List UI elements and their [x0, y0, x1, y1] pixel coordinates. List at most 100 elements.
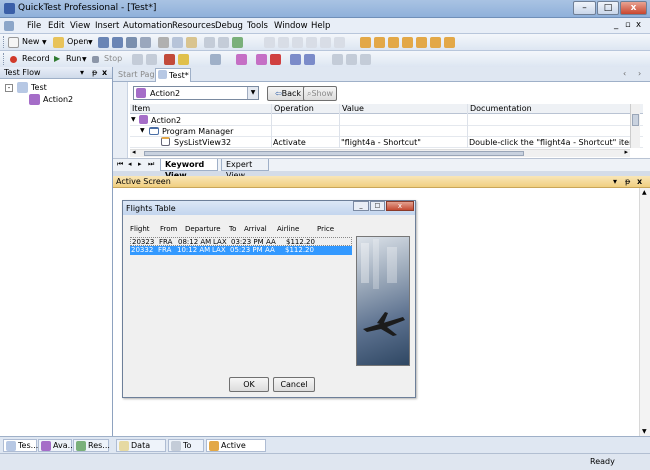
checkpoint-icon[interactable] [360, 37, 371, 48]
panel-close-icon[interactable]: x [102, 67, 107, 78]
save-icon[interactable] [98, 37, 109, 48]
menu-file[interactable]: File [27, 21, 41, 31]
panel-dropdown-icon[interactable]: ▾ [613, 176, 617, 187]
insert-checkpoint-icon[interactable] [236, 54, 247, 65]
tree-collapse-icon[interactable]: - [5, 84, 13, 92]
open-button[interactable]: Open [67, 37, 88, 46]
menu-edit[interactable]: Edit [48, 21, 64, 31]
show-button[interactable]: ⌕Show [303, 86, 337, 101]
output-value-icon[interactable] [374, 37, 385, 48]
table-row[interactable]: SysListView32 Activate "flight4a - Short… [130, 137, 643, 148]
menu-resources[interactable]: Resources [172, 21, 215, 31]
tree-item-test[interactable]: Test [31, 83, 47, 92]
tab-to-do[interactable]: To Do [168, 439, 204, 462]
mdi-minimize-icon[interactable]: _ [614, 20, 618, 30]
mdi-close-icon[interactable]: x [636, 20, 641, 30]
tree-item-action2[interactable]: Action2 [43, 95, 73, 104]
menu-window[interactable]: Window [274, 21, 308, 31]
open-dropdown-icon[interactable]: ▼ [88, 39, 93, 46]
active-screen-scrollbar[interactable]: ▲ ▼ [639, 188, 650, 436]
grid-horizontal-scrollbar[interactable]: ◂ ▸ [130, 148, 630, 157]
chevron-down-icon[interactable]: ▼ [247, 87, 258, 99]
menu-help[interactable]: Help [311, 21, 330, 31]
tab-keyword-view[interactable]: Keyword View [160, 159, 218, 180]
step-over-icon[interactable] [146, 54, 157, 65]
tab-scroll-right-icon[interactable]: › [638, 69, 641, 78]
options-icon[interactable] [360, 54, 371, 65]
insert-breakpoint-icon[interactable] [164, 54, 175, 65]
object-spy-icon[interactable] [388, 37, 399, 48]
test-settings-icon[interactable] [346, 54, 357, 65]
table-row-selected[interactable]: 20332 FRA 10:12 AM LAX 05:23 PM AA $112.… [130, 246, 352, 255]
replace-icon[interactable] [306, 37, 317, 48]
copy-icon[interactable] [172, 37, 183, 48]
minimize-button[interactable]: – [573, 1, 596, 15]
tree-expand-icon[interactable]: ▼ [140, 127, 145, 134]
tab-start-page[interactable]: Start Page [118, 70, 159, 79]
menu-insert[interactable]: Insert [95, 21, 119, 31]
tab-nav-prev-icon[interactable]: ◂ [128, 160, 132, 168]
clear-breakpoints-icon[interactable] [178, 54, 189, 65]
grid-operation-activate[interactable]: Activate [273, 138, 306, 147]
save-all-icon[interactable] [112, 37, 123, 48]
missing-resources-icon[interactable] [444, 37, 455, 48]
paste-icon[interactable] [186, 37, 197, 48]
tab-active-screen[interactable]: Active Screen [206, 439, 266, 462]
tab-expert-view[interactable]: Expert View [221, 159, 269, 180]
tab-nav-first-icon[interactable]: ⏮ [117, 160, 123, 169]
tab-available-keywords[interactable]: Ava... [38, 439, 75, 452]
table-row[interactable]: ▼ Program Manager [130, 126, 643, 137]
ok-button[interactable]: OK [229, 377, 269, 392]
start-transaction-icon[interactable] [270, 54, 281, 65]
debug-viewer-icon[interactable] [430, 37, 441, 48]
run-dropdown-icon[interactable]: ▼ [82, 56, 87, 63]
step-into-icon[interactable] [132, 54, 143, 65]
save-with-resources-icon[interactable] [126, 37, 137, 48]
panel-dropdown-icon[interactable]: ▾ [80, 67, 84, 78]
new-dropdown-icon[interactable]: ▼ [42, 39, 47, 46]
find-icon[interactable] [292, 37, 303, 48]
print-icon[interactable] [140, 37, 151, 48]
cancel-button[interactable]: Cancel [273, 377, 315, 392]
maximize-button[interactable]: □ [597, 1, 619, 15]
col-item[interactable]: Item [132, 104, 150, 113]
undo-icon[interactable] [264, 37, 275, 48]
menu-tools[interactable]: Tools [247, 21, 268, 31]
grid-value[interactable]: "flight4a - Shortcut" [341, 138, 421, 147]
results-icon[interactable] [332, 54, 343, 65]
tree-expand-icon[interactable]: ▼ [131, 116, 136, 123]
tab-nav-next-icon[interactable]: ▸ [138, 160, 142, 168]
tab-test-flow[interactable]: Tes... [3, 439, 38, 452]
menu-automation[interactable]: Automation [123, 21, 173, 31]
col-operation[interactable]: Operation [271, 104, 314, 113]
insert-comment-icon[interactable] [290, 54, 301, 65]
spelling-icon[interactable] [320, 37, 331, 48]
scroll-up-arrow-icon[interactable]: ▲ [642, 189, 647, 196]
cut-icon[interactable] [158, 37, 169, 48]
text-case-icon[interactable] [334, 37, 345, 48]
tab-nav-last-icon[interactable]: ⏭ [148, 160, 154, 169]
step-generator-icon[interactable] [232, 37, 243, 48]
scroll-right-arrow-icon[interactable]: ▸ [624, 148, 628, 156]
table-row[interactable]: ▼ Action2 [130, 115, 643, 126]
col-value[interactable]: Value [339, 104, 364, 113]
col-documentation[interactable]: Documentation [467, 104, 532, 113]
panel-close-icon[interactable]: x [637, 176, 642, 187]
grid-vertical-scrollbar[interactable] [630, 104, 640, 148]
insert-step-icon[interactable] [210, 54, 221, 65]
run-button[interactable]: Run [66, 54, 81, 63]
properties-icon[interactable] [204, 37, 215, 48]
panel-pin-icon[interactable]: ᵽ [92, 67, 97, 78]
record-button[interactable]: Record [22, 54, 50, 63]
insert-call-icon[interactable] [304, 54, 315, 65]
mdi-restore-icon[interactable]: ▫ [625, 20, 631, 30]
tab-scroll-left-icon[interactable]: ‹ [623, 69, 626, 78]
action-selector[interactable]: Action2 ▼ [133, 86, 259, 100]
insert-output-icon[interactable] [256, 54, 267, 65]
table-row[interactable]: 20323 FRA 08:12 AM LAX 03:23 PM AA $112.… [130, 237, 352, 246]
active-screen-toggle-icon[interactable] [416, 37, 427, 48]
menu-debug[interactable]: Debug [215, 21, 243, 31]
panel-pin-icon[interactable]: ᵽ [625, 176, 630, 187]
stop-button[interactable]: Stop [104, 54, 122, 63]
dialog-close-icon[interactable]: x [386, 201, 414, 211]
